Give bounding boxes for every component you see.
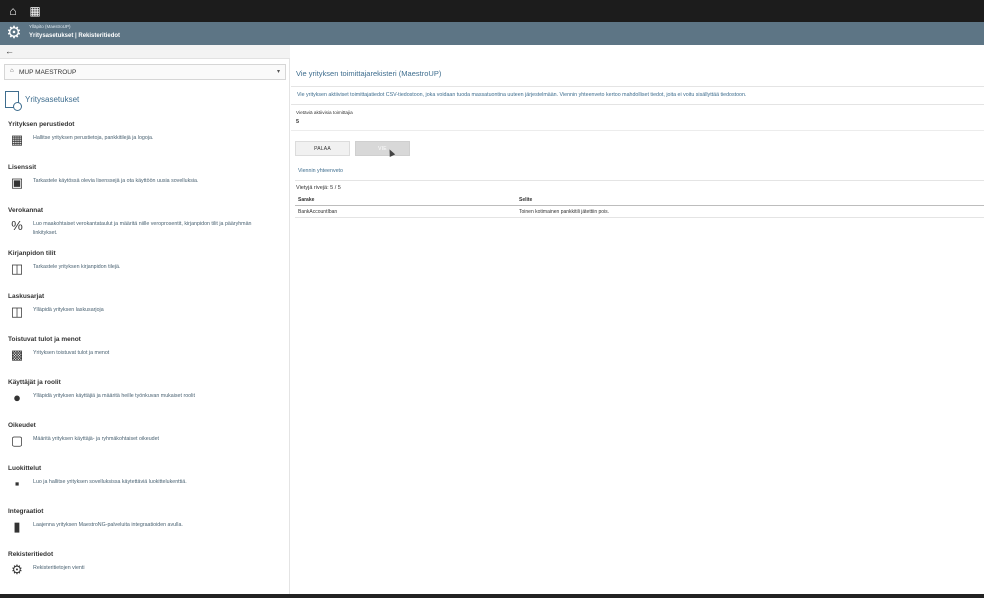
back-arrow-icon[interactable]: ← [5, 46, 14, 56]
sidebar-item-desc: Ylläpidä yrityksen käyttäjiä ja määritä … [33, 393, 195, 399]
divider [291, 104, 984, 105]
sidebar-item-title: Luokittelut [8, 465, 42, 472]
table-cell: Toinen kotimainen pankkitili jätettiin p… [519, 209, 610, 215]
grid-icon[interactable]: ▦ [28, 4, 42, 18]
gear-icon: ⚙ [6, 23, 22, 42]
sidebar-item-kayttajat[interactable]: Käyttäjät ja roolit ● Ylläpidä yrityksen… [0, 379, 290, 422]
sidebar-item-title: Verokannat [8, 207, 44, 214]
export-button[interactable]: VIE [355, 141, 410, 156]
briefcase-icon: ▣ [10, 175, 24, 190]
exported-rows-count: Vietyjä rivejä: 5 / 5 [296, 185, 341, 191]
sidebar-item-title: Laskusarjat [8, 293, 45, 300]
sidebar-item-desc: Laajenna yrityksen MaestroNG-palveluita … [33, 522, 183, 528]
column-header-sarake: Sarake [298, 197, 315, 203]
cubes-icon: ▪ [14, 476, 20, 491]
supplier-count-value: 5 [296, 119, 300, 125]
divider [291, 86, 984, 87]
sidebar-item-desc: Luo ja hallitse yrityksen sovelluksissa … [33, 479, 187, 485]
table-row: BankAccountIban Toinen kotimainen pankki… [295, 206, 984, 218]
home-icon: ⌂ [10, 68, 14, 74]
export-summary-link[interactable]: Viennin yhteenveto [298, 168, 343, 174]
money-icon: ▩ [10, 347, 24, 362]
sidebar-item-title: Toistuvat tulot ja menot [8, 336, 81, 343]
sidebar: ⌂ MUP MAESTROUP ▾ Yritysasetukset Yrityk… [0, 59, 290, 596]
sidebar-item-desc: Tarkastele käytössä olevia lisenssejä ja… [33, 178, 199, 184]
company-select[interactable]: ⌂ MUP MAESTROUP ▾ [4, 64, 286, 80]
sidebar-item-desc: Ylläpidä yrityksen laskusarjoja [33, 307, 104, 313]
sidebar-item-oikeudet[interactable]: Oikeudet ▢ Määritä yrityksen käyttäjä- j… [0, 422, 290, 465]
divider [291, 130, 984, 131]
page-title: Yritysasetukset | Rekisteritiedot [29, 33, 121, 39]
export-title: Vie yrityksen toimittajarekisteri (Maest… [296, 69, 442, 78]
page-body: ← ⌂ MUP MAESTROUP ▾ Yritysasetukset Yrit… [0, 45, 984, 596]
percent-icon: % [11, 218, 23, 233]
user-icon: ● [13, 390, 21, 405]
book-icon: ◫ [10, 304, 24, 319]
export-info: Vie yrityksen aktiiviset toimittajatiedo… [297, 92, 747, 98]
sidebar-item-lisenssit[interactable]: Lisenssit ▣ Tarkastele käytössä olevia l… [0, 164, 290, 207]
divider [295, 180, 984, 181]
sidebar-item-title: Lisenssit [8, 164, 37, 171]
sidebar-item-desc: Rekisteritietojen vienti [33, 565, 85, 571]
table-header: Sarake Selite [295, 195, 984, 206]
sidebar-heading-label: Yritysasetukset [25, 95, 80, 104]
sidebar-item-desc: Luo maakohtaiset verokantataulut ja määr… [33, 221, 252, 236]
main-content: Vie yrityksen toimittajarekisteri (Maest… [291, 59, 984, 596]
building-icon: ▦ [10, 132, 24, 147]
supplier-count-label: Vietäviä aktiivisia toimittajia [296, 110, 353, 115]
company-name: MUP MAESTROUP [19, 69, 77, 76]
breadcrumb: Ylläpito (MaestroUP) [29, 24, 71, 29]
top-bar: ⌂ ▦ [0, 0, 984, 22]
company-settings-icon [5, 91, 22, 111]
sidebar-item-desc: Tarkastele yrityksen kirjanpidon tilejä. [33, 264, 121, 270]
bottom-bar [0, 594, 984, 598]
app-header: ⚙ Ylläpito (MaestroUP) Yritysasetukset |… [0, 22, 984, 45]
sidebar-item-luokittelut[interactable]: Luokittelut ▪ Luo ja hallitse yrityksen … [0, 465, 290, 508]
sidebar-item-verokannat[interactable]: Verokannat % Luo maakohtaiset verokantat… [0, 207, 290, 250]
chevron-down-icon: ▾ [276, 69, 280, 75]
book-icon: ◫ [10, 261, 24, 276]
sidebar-item-title: Integraatiot [8, 508, 44, 515]
home-icon[interactable]: ⌂ [6, 4, 20, 18]
sidebar-item-perustiedot[interactable]: Yrityksen perustiedot ▦ Hallitse yrityks… [0, 121, 290, 164]
sidebar-item-title: Oikeudet [8, 422, 36, 429]
back-row: ← [0, 45, 290, 59]
sidebar-item-title: Käyttäjät ja roolit [8, 379, 61, 386]
gear-icon: ⚙ [11, 562, 23, 577]
sidebar-item-desc: Hallitse yrityksen perustietoja, pankkit… [33, 135, 154, 141]
sidebar-item-kirjanpidon-tilit[interactable]: Kirjanpidon tilit ◫ Tarkastele yrityksen… [0, 250, 290, 293]
sidebar-item-toistuvat[interactable]: Toistuvat tulot ja menot ▩ Yrityksen toi… [0, 336, 290, 379]
sidebar-item-rekisteritiedot[interactable]: Rekisteritiedot ⚙ Rekisteritietojen vien… [0, 551, 290, 594]
puzzle-icon: ▮ [13, 519, 21, 534]
column-header-selite: Selite [519, 197, 533, 203]
sidebar-item-title: Yrityksen perustiedot [8, 121, 75, 128]
sidebar-item-desc: Määritä yrityksen käyttäjä- ja ryhmäkoht… [33, 436, 160, 442]
sidebar-item-title: Rekisteritiedot [8, 551, 54, 558]
sidebar-item-integraatiot[interactable]: Integraatiot ▮ Laajenna yrityksen Maestr… [0, 508, 290, 551]
sidebar-item-laskusarjat[interactable]: Laskusarjat ◫ Ylläpidä yrityksen laskusa… [0, 293, 290, 336]
table-cell: BankAccountIban [298, 209, 338, 215]
unlock-icon: ▢ [10, 433, 24, 448]
sidebar-item-desc: Yrityksen toistuvat tulot ja menot [33, 350, 110, 356]
back-button[interactable]: PALAA [295, 141, 350, 156]
sidebar-item-title: Kirjanpidon tilit [8, 250, 56, 257]
summary-table: Sarake Selite BankAccountIban Toinen kot… [295, 195, 984, 218]
